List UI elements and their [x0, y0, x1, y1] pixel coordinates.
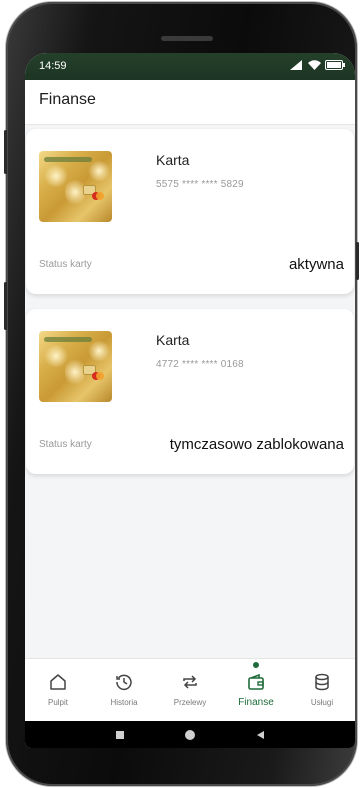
database-icon [315, 673, 329, 691]
mastercard-logo [92, 192, 104, 200]
nav-item-finanse[interactable]: Finanse [223, 659, 289, 721]
phone-frame: 14:59 Finanse Karta 5575 **** **** 5829 [4, 2, 359, 786]
history-icon [116, 674, 132, 691]
transfer-icon [183, 675, 197, 689]
active-indicator [253, 662, 259, 668]
card-status-label: Status karty [39, 259, 92, 270]
phone-side-button [4, 130, 7, 174]
card-number: 5575 **** **** 5829 [156, 179, 244, 190]
card-status-label: Status karty [39, 439, 92, 450]
status-bar: 14:59 [25, 53, 355, 80]
card-name: Karta [156, 152, 190, 168]
status-icons [290, 60, 345, 70]
nav-item-pulpit[interactable]: Pulpit [25, 659, 91, 721]
home-icon [50, 674, 66, 690]
nav-label: Przelewy [173, 698, 207, 707]
nav-label: Historia [110, 698, 138, 707]
mastercard-logo [92, 372, 104, 380]
app-header: Finanse [25, 80, 355, 125]
nav-label: Usługi [310, 698, 334, 707]
nav-item-przelewy[interactable]: Przelewy [157, 659, 223, 721]
nav-item-uslugi[interactable]: Usługi [289, 659, 355, 721]
bottom-navigation: Pulpit Historia Przelewy Finanse Usługi [25, 658, 355, 721]
recents-icon[interactable] [115, 730, 125, 740]
home-circle-icon[interactable] [184, 729, 196, 741]
card-item[interactable]: Karta 4772 **** **** 0168 Status karty t… [26, 309, 354, 474]
nav-label: Pulpit [47, 698, 68, 707]
phone-side-button [356, 242, 359, 280]
nav-item-historia[interactable]: Historia [91, 659, 157, 721]
card-image [39, 331, 112, 402]
card-number: 4772 **** **** 0168 [156, 359, 244, 370]
app-screen: 14:59 Finanse Karta 5575 **** **** 5829 [25, 53, 355, 748]
card-item[interactable]: Karta 5575 **** **** 5829 Status karty a… [26, 129, 354, 294]
wallet-icon [248, 673, 264, 690]
card-status-value: tymczasowo zablokowana [169, 436, 344, 453]
system-navigation [25, 721, 355, 748]
page-title: Finanse [39, 91, 96, 108]
phone-speaker [161, 36, 213, 41]
wifi-icon [308, 60, 321, 70]
card-name: Karta [156, 332, 190, 348]
status-time: 14:59 [39, 60, 67, 72]
signal-icon [290, 60, 302, 70]
card-status-value: aktywna [288, 256, 344, 273]
back-icon[interactable] [255, 730, 265, 740]
nav-label: Finanse [238, 697, 274, 708]
battery-icon [325, 60, 345, 70]
phone-side-button [4, 282, 7, 330]
card-image [39, 151, 112, 222]
